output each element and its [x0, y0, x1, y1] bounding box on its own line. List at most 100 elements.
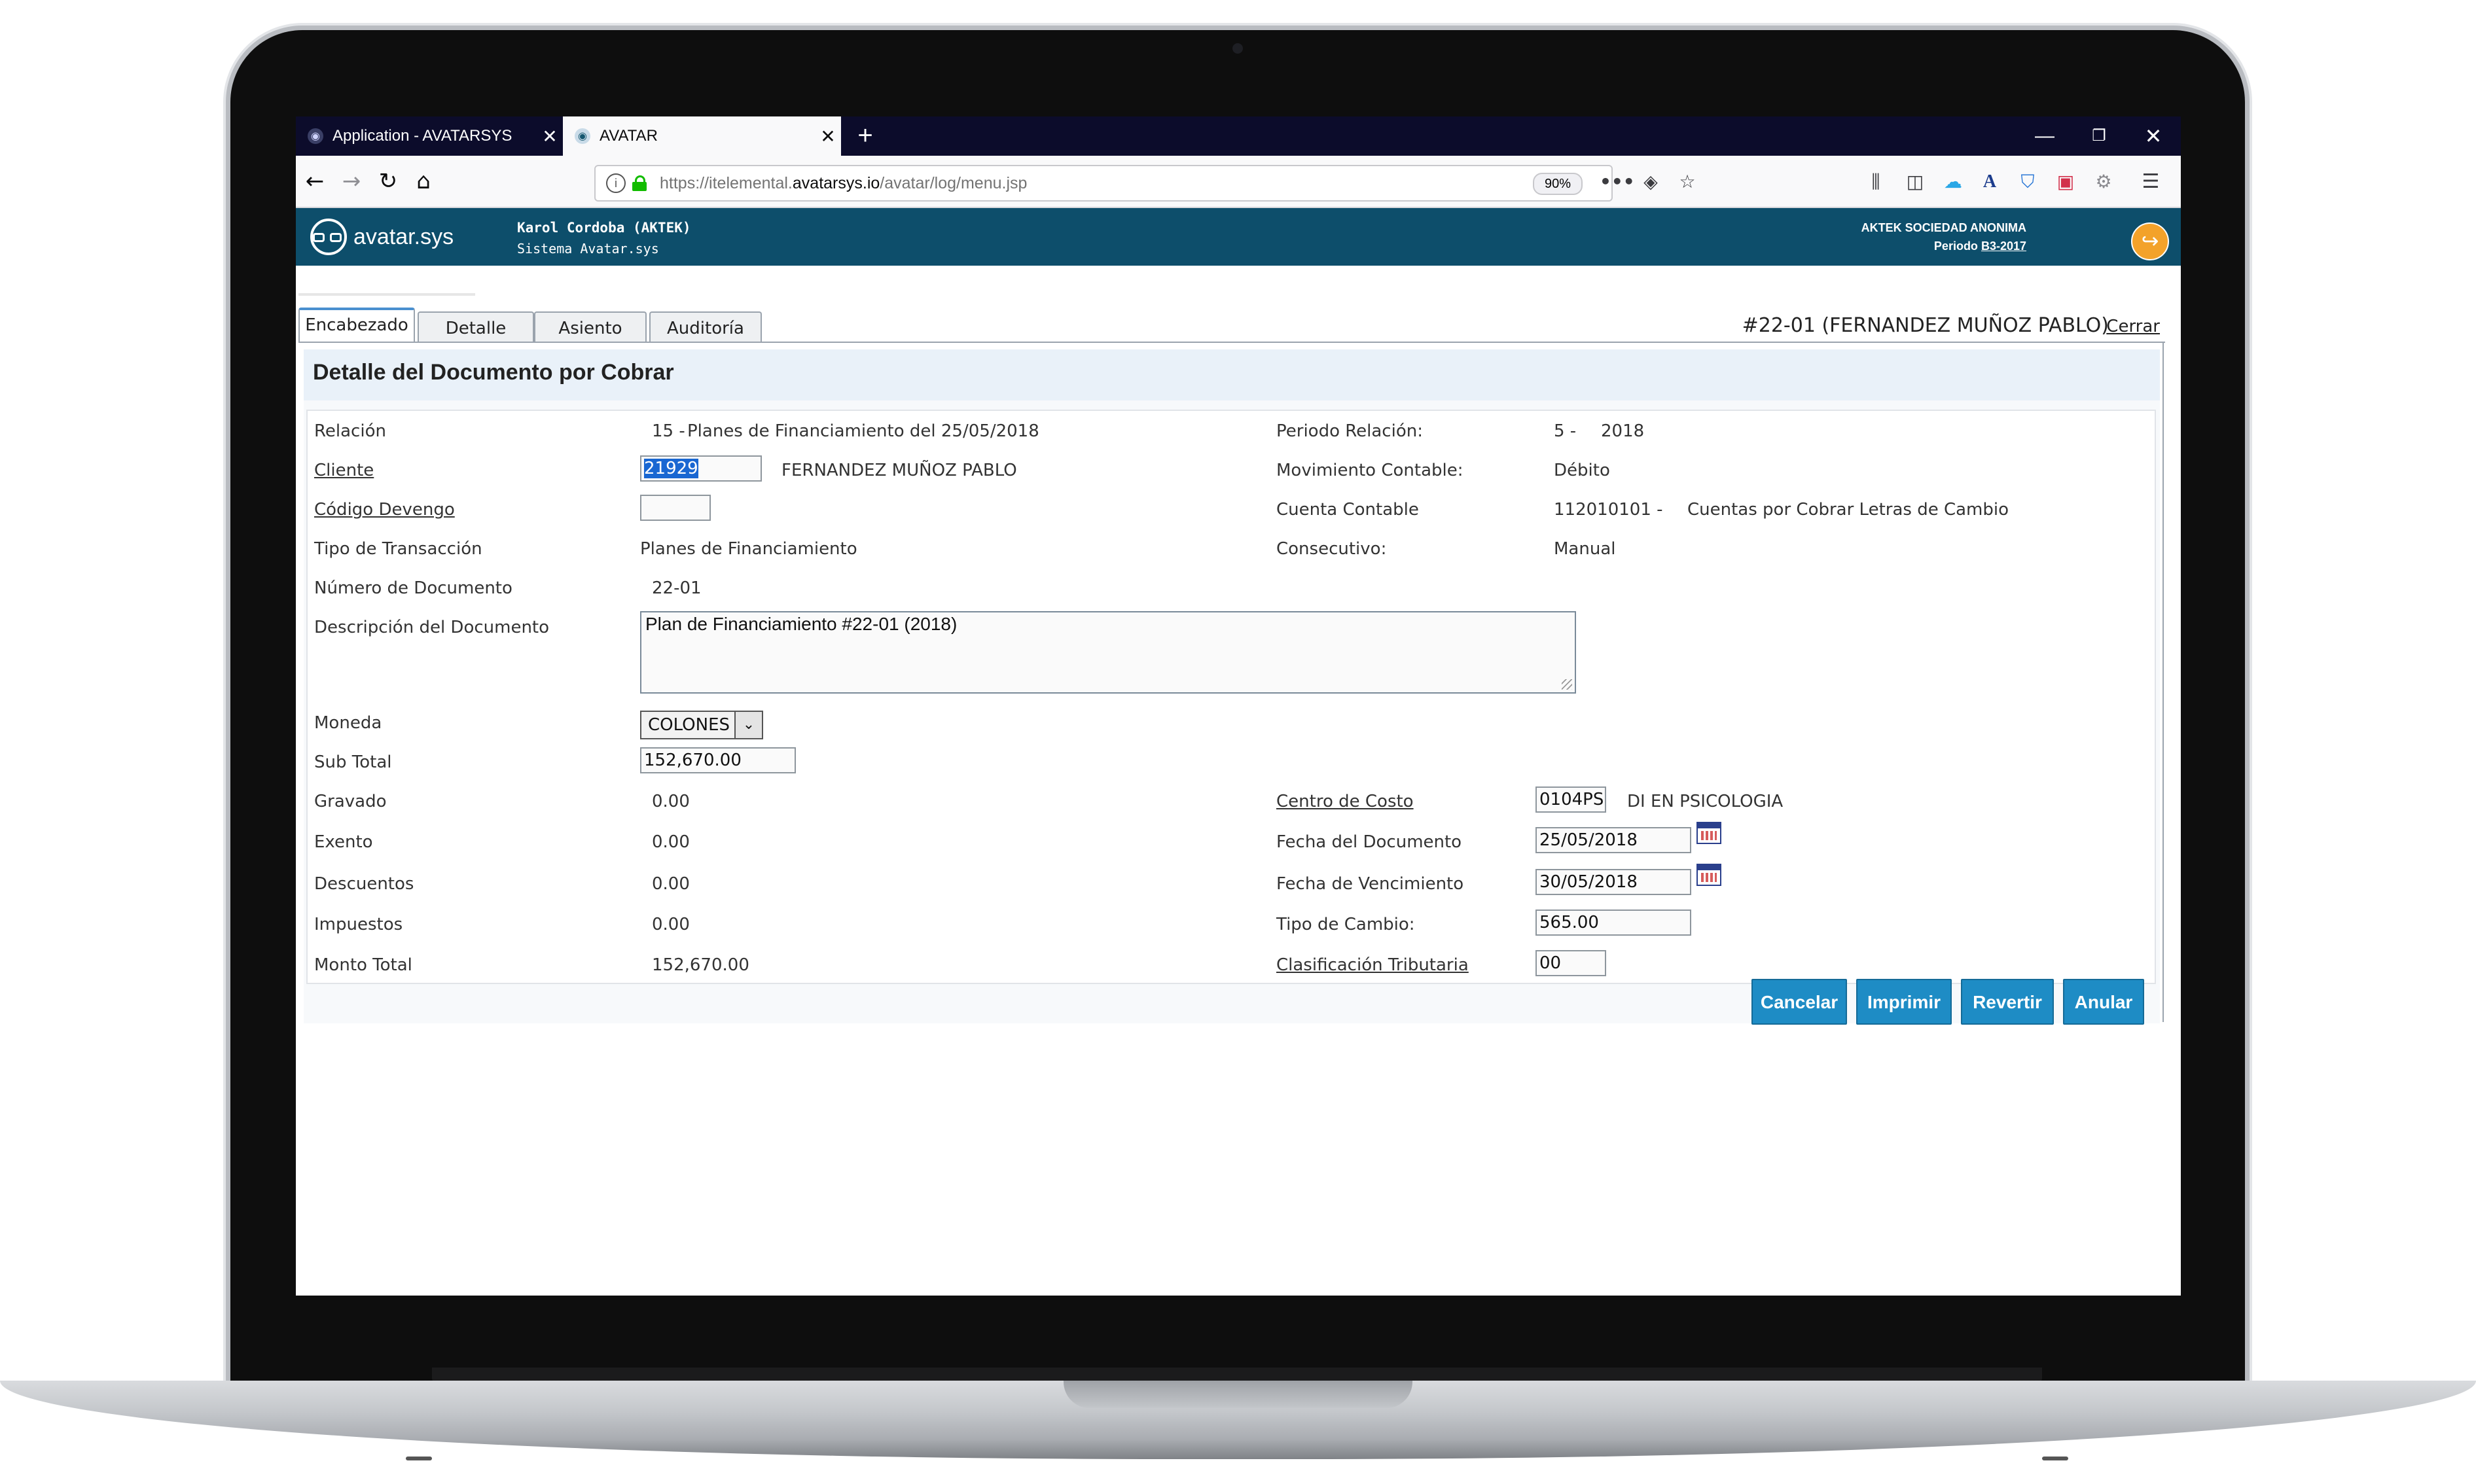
- clasificacion-tributaria-input[interactable]: 00: [1535, 950, 1606, 976]
- browser-tab-application[interactable]: ◉ Application - AVATARSYS ✕: [296, 116, 563, 156]
- descripcion-text: Plan de Financiamiento #22-01 (2018): [645, 614, 958, 634]
- cliente-code-input[interactable]: 21929: [640, 455, 762, 482]
- forward-arrow-icon[interactable]: →: [336, 166, 367, 196]
- label-numero-documento: Número de Documento: [314, 578, 512, 598]
- period-link[interactable]: B3-2017: [1981, 239, 2026, 253]
- sub-total-input[interactable]: 152,670.00: [640, 747, 796, 773]
- minimize-icon[interactable]: —: [2017, 116, 2072, 156]
- cloud-icon[interactable]: ☁: [1939, 168, 1967, 196]
- close-tab-icon[interactable]: ✕: [537, 126, 563, 147]
- app-favicon-icon: ◉: [308, 128, 323, 144]
- fecha-vencimiento-input[interactable]: 30/05/2018: [1535, 869, 1691, 895]
- period-label: Periodo: [1933, 239, 1978, 253]
- descripcion-textarea[interactable]: Plan de Financiamiento #22-01 (2018): [640, 611, 1576, 694]
- close-link[interactable]: Cerrar: [2106, 317, 2160, 336]
- codigo-devengo-link[interactable]: Código Devengo: [314, 500, 455, 520]
- save-extension-icon[interactable]: ▣: [2051, 168, 2080, 196]
- avatar-logo[interactable]: avatar.sys: [308, 216, 454, 258]
- browser-tab-avatar[interactable]: ◉ AVATAR ✕: [563, 116, 841, 156]
- centro-costo-text: DI EN PSICOLOGIA: [1627, 792, 1784, 811]
- centro-costo-input[interactable]: 0104PS: [1535, 786, 1606, 813]
- label-relacion: Relación: [314, 421, 386, 441]
- back-arrow-icon[interactable]: ←: [300, 166, 330, 196]
- tab-auditoria[interactable]: Auditoría: [649, 311, 762, 342]
- tab-asiento[interactable]: Asiento: [534, 311, 647, 342]
- moneda-selected: COLONES: [648, 715, 730, 735]
- label-fecha-documento: Fecha del Documento: [1276, 832, 1462, 852]
- cuenta-contable-code: 112010101 -: [1554, 500, 1663, 520]
- more-actions-icon[interactable]: •••: [1600, 168, 1635, 196]
- tab-baseline: [298, 342, 2165, 343]
- periodo-relacion-year: 2018: [1601, 421, 1645, 441]
- label-cuenta-contable: Cuenta Contable: [1276, 500, 1419, 520]
- camera-dot: [1232, 43, 1243, 54]
- user-name: Karol Cordoba (AKTEK): [517, 220, 691, 236]
- panel-title: Detalle del Documento por Cobrar: [313, 360, 674, 385]
- relacion-number: 15 -: [652, 421, 685, 441]
- codigo-devengo-input[interactable]: [640, 495, 711, 521]
- shield-icon[interactable]: ⛉: [2013, 168, 2042, 196]
- pocket-icon[interactable]: ◈: [1636, 168, 1665, 196]
- imprimir-button[interactable]: Imprimir: [1856, 979, 1952, 1025]
- window-close-icon[interactable]: ✕: [2126, 116, 2181, 156]
- gravado-value: 0.00: [652, 792, 690, 811]
- moneda-select[interactable]: COLONES ⌄: [640, 711, 763, 739]
- revertir-button[interactable]: Revertir: [1961, 979, 2054, 1025]
- lock-icon[interactable]: [632, 175, 647, 191]
- calendar-icon[interactable]: [1696, 864, 1721, 886]
- content-area: Encabezado Detalle Asiento Auditoría #22…: [296, 266, 2181, 1296]
- hamburger-menu-icon[interactable]: ☰: [2136, 168, 2165, 196]
- logout-icon[interactable]: ↪: [2131, 222, 2169, 260]
- divider: [2162, 342, 2164, 1022]
- bookmark-star-icon[interactable]: ☆: [1673, 168, 1702, 196]
- laptop-notch: [1064, 1381, 1412, 1408]
- url-bar[interactable]: i https://itelemental.avatarsys.io/avata…: [594, 165, 1613, 202]
- label-consecutivo: Consecutivo:: [1276, 539, 1387, 559]
- period-line: Periodo B3-2017: [1934, 239, 2026, 253]
- chevron-down-icon: ⌄: [734, 712, 762, 738]
- numero-documento-value: 22-01: [652, 578, 702, 598]
- sidebar-icon[interactable]: ◫: [1901, 168, 1929, 196]
- impuestos-value: 0.00: [652, 915, 690, 934]
- calendar-icon[interactable]: [1696, 822, 1721, 844]
- label-exento: Exento: [314, 832, 373, 852]
- monto-total-value: 152,670.00: [652, 955, 749, 975]
- extension-gear-icon[interactable]: ⚙: [2089, 168, 2118, 196]
- home-icon[interactable]: ⌂: [408, 166, 439, 196]
- browser-tab-title: AVATAR: [600, 127, 658, 145]
- cliente-link[interactable]: Cliente: [314, 461, 374, 480]
- new-tab-button[interactable]: +: [850, 120, 881, 152]
- tab-encabezado[interactable]: Encabezado: [298, 308, 415, 343]
- movimiento-contable-value: Débito: [1554, 461, 1610, 480]
- zoom-level-badge[interactable]: 90%: [1533, 173, 1583, 195]
- close-tab-icon[interactable]: ✕: [815, 126, 841, 147]
- resize-grip-icon[interactable]: [1562, 679, 1572, 690]
- cancelar-button[interactable]: Cancelar: [1751, 979, 1847, 1025]
- label-moneda: Moneda: [314, 713, 382, 733]
- restore-icon[interactable]: ❐: [2072, 116, 2126, 156]
- document-reference: #22-01 (FERNANDEZ MUÑOZ PABLO): [1742, 314, 2109, 337]
- tipo-cambio-input[interactable]: 565.00: [1535, 910, 1691, 936]
- fecha-documento-input[interactable]: 25/05/2018: [1535, 827, 1691, 853]
- extension-a-icon[interactable]: A: [1975, 168, 2004, 196]
- browser-tab-strip: ◉ Application - AVATARSYS ✕ ◉ AVATAR ✕ +…: [296, 116, 2181, 156]
- label-sub-total: Sub Total: [314, 752, 392, 772]
- clasificacion-tributaria-link[interactable]: Clasificación Tributaria: [1276, 955, 1469, 975]
- info-icon[interactable]: i: [606, 173, 626, 193]
- centro-costo-link[interactable]: Centro de Costo: [1276, 792, 1414, 811]
- app-header: avatar.sys Karol Cordoba (AKTEK) Sistema…: [296, 208, 2181, 266]
- avatar-favicon-icon: ◉: [575, 128, 590, 144]
- reload-icon[interactable]: ↻: [373, 166, 403, 196]
- anular-button[interactable]: Anular: [2063, 979, 2144, 1025]
- company-name: AKTEK SOCIEDAD ANONIMA: [1861, 221, 2026, 234]
- label-descuentos: Descuentos: [314, 874, 414, 894]
- avatar-logo-icon: [308, 216, 350, 258]
- label-impuestos: Impuestos: [314, 915, 403, 934]
- tab-detalle[interactable]: Detalle: [418, 311, 534, 342]
- relacion-text: Planes de Financiamiento del 25/05/2018: [687, 421, 1039, 441]
- library-icon[interactable]: ⫼: [1861, 168, 1890, 196]
- url-text: https://itelemental.avatarsys.io/avatar/…: [660, 173, 1028, 192]
- laptop-foot-right: [2042, 1457, 2068, 1460]
- tipo-transaccion-value: Planes de Financiamiento: [640, 539, 857, 559]
- laptop-foot-left: [406, 1457, 432, 1460]
